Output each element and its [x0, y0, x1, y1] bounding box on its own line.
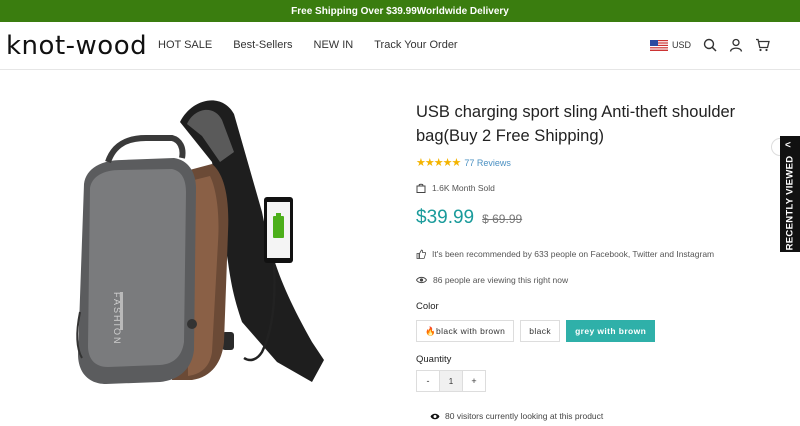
- chevron-left-icon: <: [785, 140, 791, 151]
- product-title: USB charging sport sling Anti-theft shou…: [416, 103, 736, 145]
- quantity-label: Quantity: [416, 354, 452, 365]
- main-nav: HOT SALE Best-Sellers NEW IN Track Your …: [158, 39, 479, 51]
- variant-grey-with-brown[interactable]: grey with brown: [566, 320, 656, 342]
- quantity-input[interactable]: 1: [439, 371, 463, 391]
- search-icon[interactable]: [703, 38, 717, 52]
- rating-row: ★★★★★ 77 Reviews: [416, 156, 776, 169]
- us-flag-icon: [649, 39, 668, 51]
- product-image[interactable]: FASHION: [62, 92, 332, 392]
- recently-viewed-label: RECENTLY VIEWED: [784, 155, 796, 251]
- recommendation-note: It's been recommended by 633 people on F…: [416, 249, 776, 259]
- nav-track-order[interactable]: Track Your Order: [374, 39, 457, 51]
- visitors-note: 80 visitors currently looking at this pr…: [430, 411, 603, 421]
- currency-selector[interactable]: USD: [649, 39, 691, 51]
- viewing-text: 86 people are viewing this right now: [433, 275, 569, 285]
- variant-black[interactable]: black: [520, 320, 561, 342]
- original-price: $ 69.99: [482, 212, 523, 226]
- quantity-stepper: - 1 +: [416, 370, 486, 392]
- price-row: $39.99 $ 69.99: [416, 207, 776, 229]
- currency-label: USD: [671, 40, 691, 50]
- site-header: knot-wood HOT SALE Best-Sellers NEW IN T…: [0, 22, 800, 70]
- nav-best-sellers[interactable]: Best-Sellers: [233, 39, 292, 51]
- eye-icon: [430, 413, 440, 419]
- site-logo[interactable]: knot-wood: [6, 31, 147, 61]
- month-sold-text: 1.6K Month Sold: [432, 183, 495, 193]
- recently-viewed-tab[interactable]: < RECENTLY VIEWED: [780, 136, 800, 252]
- color-variants: 🔥black with brown black grey with brown: [416, 320, 776, 342]
- viewing-note: 86 people are viewing this right now: [416, 275, 776, 285]
- eye-icon: [416, 276, 427, 284]
- thumbs-up-icon: [416, 249, 426, 259]
- nav-hot-sale[interactable]: HOT SALE: [158, 39, 212, 51]
- product-info: USB charging sport sling Anti-theft shou…: [416, 100, 776, 392]
- color-label: Color: [416, 301, 439, 312]
- quantity-decrease-button[interactable]: -: [417, 371, 439, 391]
- announcement-text: Free Shipping Over $39.99Worldwide Deliv…: [291, 5, 509, 17]
- reviews-link[interactable]: 77 Reviews: [464, 158, 511, 168]
- account-icon[interactable]: [729, 38, 743, 52]
- cart-icon[interactable]: [755, 38, 770, 52]
- star-rating: ★★★★★: [416, 157, 461, 169]
- header-actions: USD: [649, 38, 770, 52]
- nav-new-in[interactable]: NEW IN: [314, 39, 354, 51]
- recommendation-text: It's been recommended by 633 people on F…: [432, 249, 715, 259]
- quantity-increase-button[interactable]: +: [463, 371, 485, 391]
- bag-icon: [416, 183, 426, 193]
- variant-black-with-brown[interactable]: 🔥black with brown: [416, 320, 515, 342]
- current-price: $39.99: [416, 207, 475, 228]
- month-sold: 1.6K Month Sold: [416, 183, 776, 193]
- announcement-bar: Free Shipping Over $39.99Worldwide Deliv…: [0, 0, 800, 22]
- visitors-text: 80 visitors currently looking at this pr…: [445, 411, 604, 421]
